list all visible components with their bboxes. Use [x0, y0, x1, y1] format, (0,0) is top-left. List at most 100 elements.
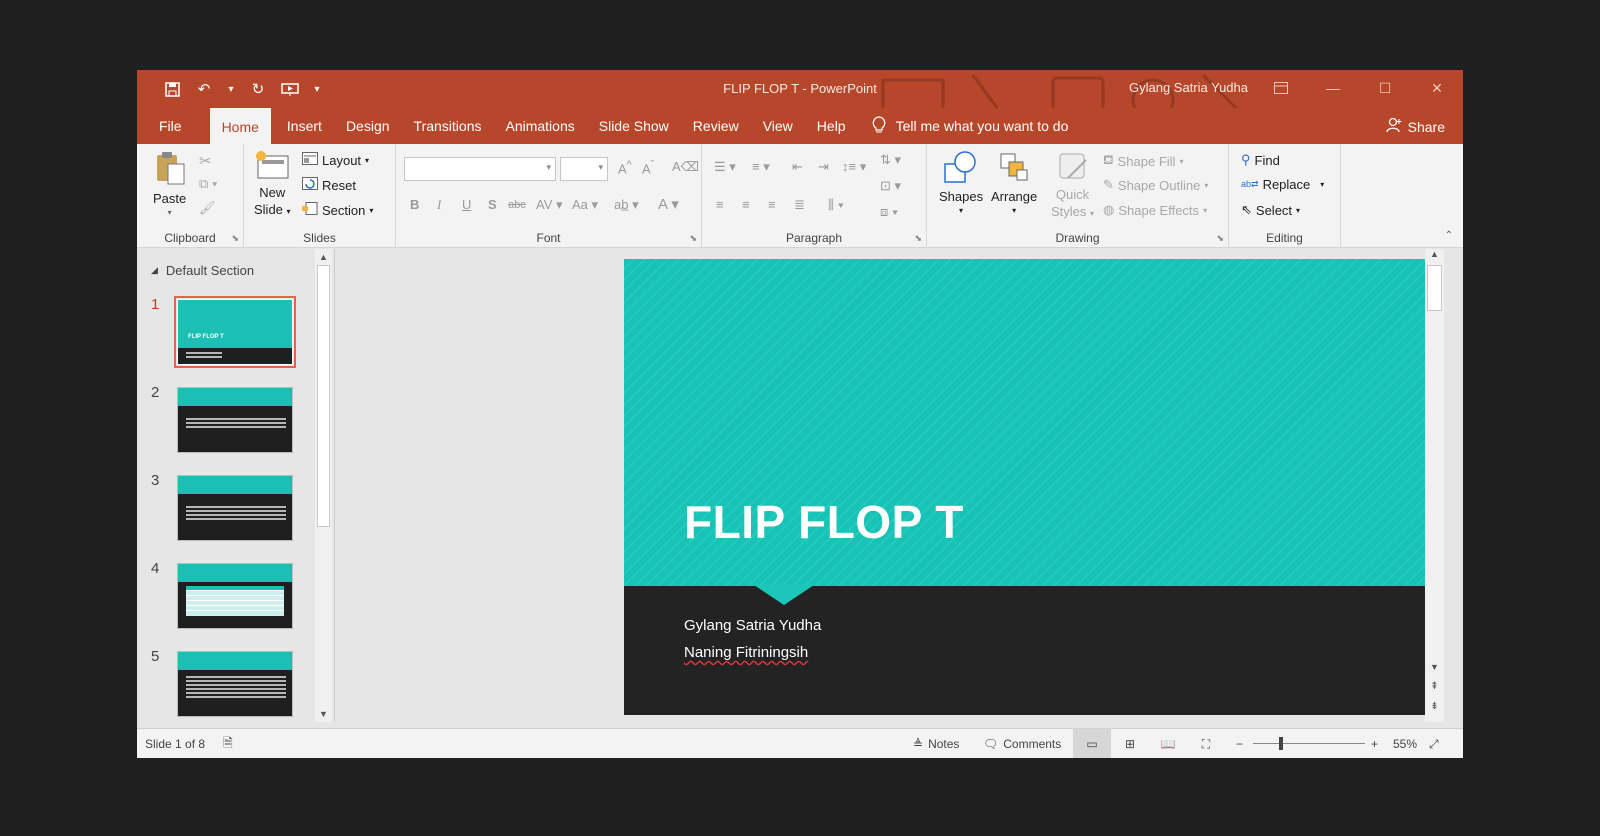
slide-thumbnail-3[interactable]	[177, 475, 293, 541]
zoom-slider-knob[interactable]	[1279, 737, 1283, 750]
cut-icon[interactable]: ✂	[199, 152, 212, 170]
reset-button[interactable]: Reset	[302, 177, 356, 193]
line-spacing-icon[interactable]: ↕≡ ▾	[842, 159, 866, 175]
slide-scroll-up-icon[interactable]: ▲	[1425, 249, 1444, 265]
user-name[interactable]: Gylang Satria Yudha	[1129, 80, 1248, 95]
drawing-launcher-icon[interactable]: ⬊	[1216, 233, 1224, 244]
tab-view[interactable]: View	[751, 108, 805, 144]
normal-view-icon[interactable]: ▭	[1073, 729, 1111, 758]
slide-subtitle-author-1[interactable]: Gylang Satria Yudha	[684, 617, 821, 634]
slide-sorter-icon[interactable]: ⊞	[1111, 729, 1149, 758]
text-shadow-button[interactable]: S	[488, 197, 497, 212]
text-direction-icon[interactable]: ⇅ ▾	[880, 152, 901, 168]
slide-thumbnail-4[interactable]	[177, 563, 293, 629]
bullets-icon[interactable]: ☰ ▾	[714, 159, 736, 175]
italic-button[interactable]: I	[437, 197, 441, 213]
clipboard-launcher-icon[interactable]: ⬊	[231, 233, 239, 244]
align-text-icon[interactable]: ⊡ ▾	[880, 178, 901, 194]
next-slide-icon[interactable]: ⇟	[1425, 701, 1444, 712]
font-color-icon[interactable]: A ▾	[658, 195, 679, 213]
thumbnail-scrollbar[interactable]: ▲ ▼	[315, 249, 332, 722]
copy-icon[interactable]: ⧉ ▾	[199, 176, 217, 192]
clear-formatting-icon[interactable]: A⌫	[672, 159, 699, 175]
tell-me-search[interactable]: Tell me what you want to do	[858, 108, 1068, 144]
collapse-ribbon-icon[interactable]: ⌃	[1445, 230, 1453, 241]
tab-review[interactable]: Review	[681, 108, 751, 144]
align-right-icon[interactable]: ≡	[768, 197, 776, 212]
numbering-icon[interactable]: ≡ ▾	[752, 159, 770, 175]
tab-design[interactable]: Design	[334, 108, 402, 144]
font-name-combo[interactable]	[404, 157, 556, 181]
tab-slide-show[interactable]: Slide Show	[587, 108, 681, 144]
scroll-thumb[interactable]	[317, 265, 330, 527]
fit-to-window-icon[interactable]: ⤢	[1429, 729, 1439, 758]
select-button[interactable]: ⇖ Select ▾	[1241, 202, 1300, 218]
collapse-section-icon[interactable]: ◢	[151, 265, 158, 276]
decrease-font-icon[interactable]: Aˇ	[642, 159, 654, 176]
smartart-icon[interactable]: ⧈ ▾	[880, 204, 898, 220]
replace-button[interactable]: ab⇄ Replace ▾	[1241, 177, 1324, 192]
zoom-level[interactable]: 55%	[1393, 729, 1417, 758]
columns-icon[interactable]: ⫼ ▾	[828, 197, 844, 213]
tab-transitions[interactable]: Transitions	[402, 108, 494, 144]
close-icon[interactable]: ✕	[1411, 70, 1463, 106]
find-button[interactable]: ⚲ Find	[1241, 152, 1280, 168]
font-launcher-icon[interactable]: ⬊	[689, 233, 697, 244]
reading-view-icon[interactable]: 📖	[1149, 729, 1187, 758]
arrange-button[interactable]: Arrange ▾	[991, 150, 1037, 215]
character-spacing-button[interactable]: AV ▾	[536, 197, 563, 213]
slide-scroll-down-icon[interactable]: ▼	[1425, 662, 1444, 672]
zoom-out-icon[interactable]: −	[1236, 729, 1243, 758]
highlight-icon[interactable]: ab̲ ▾	[614, 197, 639, 213]
quick-styles-button[interactable]: Quick Styles ▾	[1051, 150, 1094, 222]
slide-scrollbar[interactable]: ▲ ▼ ⇞ ⇟	[1425, 249, 1444, 722]
new-slide-button[interactable]: New Slide ▾	[254, 150, 291, 220]
shape-outline-button[interactable]: ✎ Shape Outline ▾	[1103, 177, 1208, 193]
align-left-icon[interactable]: ≡	[716, 197, 724, 212]
slide-subtitle-author-2[interactable]: Naning Fitriningsih	[684, 644, 808, 661]
zoom-slider-track[interactable]	[1253, 743, 1365, 744]
section-header[interactable]: ◢ Default Section	[151, 263, 254, 278]
underline-button[interactable]: U	[462, 197, 471, 212]
current-slide[interactable]: FLIP FLOP T Gylang Satria Yudha Naning F…	[624, 259, 1435, 715]
previous-slide-icon[interactable]: ⇞	[1425, 681, 1444, 692]
slide-scroll-thumb[interactable]	[1427, 265, 1442, 311]
increase-indent-icon[interactable]: ⇥	[818, 159, 829, 175]
share-button[interactable]: Share	[1385, 117, 1445, 136]
tab-home[interactable]: Home	[209, 108, 271, 144]
strikethrough-button[interactable]: abc	[508, 199, 526, 211]
slide-thumbnail-1[interactable]: FLIP FLOP T	[174, 296, 296, 368]
notes-button[interactable]: ≜ Notes	[913, 729, 959, 758]
ribbon-display-options-icon[interactable]	[1255, 70, 1307, 106]
justify-icon[interactable]: ≣	[794, 197, 805, 213]
slideshow-view-icon[interactable]: ⛶	[1187, 729, 1225, 758]
scroll-up-icon[interactable]: ▲	[315, 249, 332, 265]
font-size-combo[interactable]	[560, 157, 608, 181]
change-case-button[interactable]: Aa ▾	[572, 197, 598, 213]
spell-check-icon[interactable]: 🗎	[223, 729, 233, 758]
paragraph-launcher-icon[interactable]: ⬊	[914, 233, 922, 244]
zoom-in-icon[interactable]: +	[1371, 729, 1378, 758]
shapes-button[interactable]: Shapes ▾	[939, 150, 983, 215]
slide-thumbnail-5[interactable]	[177, 651, 293, 717]
shape-effects-button[interactable]: ◍ Shape Effects ▾	[1103, 202, 1207, 218]
bold-button[interactable]: B	[410, 197, 419, 212]
layout-button[interactable]: Layout ▾	[302, 152, 369, 168]
tab-help[interactable]: Help	[805, 108, 858, 144]
slide-thumbnail-2[interactable]	[177, 387, 293, 453]
comments-button[interactable]: 🗨 Comments	[983, 729, 1061, 758]
increase-font-icon[interactable]: A^	[618, 159, 632, 176]
scroll-down-icon[interactable]: ▼	[315, 706, 332, 722]
maximize-icon[interactable]: ☐	[1359, 70, 1411, 106]
format-painter-icon[interactable]: 🖌	[199, 200, 216, 216]
decrease-indent-icon[interactable]: ⇤	[792, 159, 803, 175]
tab-animations[interactable]: Animations	[493, 108, 586, 144]
align-center-icon[interactable]: ≡	[742, 197, 750, 212]
shape-fill-button[interactable]: ⛾ Shape Fill ▾	[1103, 152, 1183, 170]
paste-button[interactable]: Paste ▾	[153, 150, 186, 217]
slide-title[interactable]: FLIP FLOP T	[684, 495, 964, 549]
section-button[interactable]: Section ▾	[302, 202, 373, 218]
tab-insert[interactable]: Insert	[275, 108, 334, 144]
tab-file[interactable]: File	[137, 108, 204, 144]
minimize-icon[interactable]: —	[1307, 70, 1359, 106]
